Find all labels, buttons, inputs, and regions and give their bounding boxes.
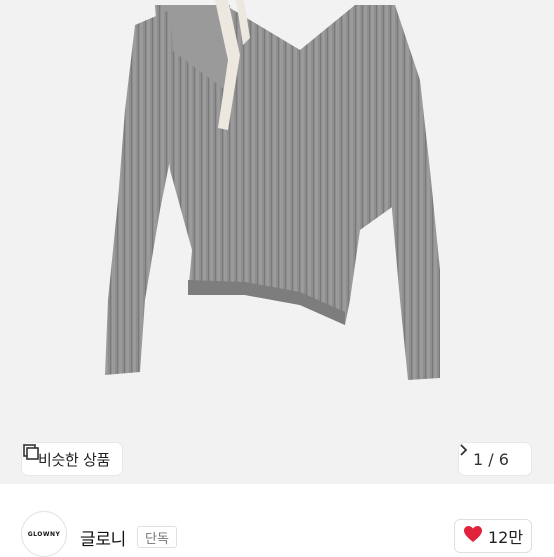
similar-products-button[interactable]: 비슷한 상품 <box>22 443 122 475</box>
like-count: 12만 <box>487 528 524 547</box>
product-image-carousel[interactable]: 비슷한 상품 1 / 6 <box>0 0 554 484</box>
image-pager[interactable]: 1 / 6 <box>459 443 531 475</box>
brand-logo-text: GLOWNY <box>27 530 61 538</box>
brand-name[interactable]: 글로니 <box>80 525 126 550</box>
heart-icon <box>463 525 483 547</box>
brand-logo[interactable]: GLOWNY <box>21 511 67 557</box>
like-button[interactable]: 12만 <box>454 519 532 553</box>
exclusive-badge: 단독 <box>137 526 177 548</box>
similar-products-label: 비슷한 상품 <box>38 450 110 469</box>
pager-count: 1 / 6 <box>473 449 509 469</box>
product-image <box>105 0 440 380</box>
